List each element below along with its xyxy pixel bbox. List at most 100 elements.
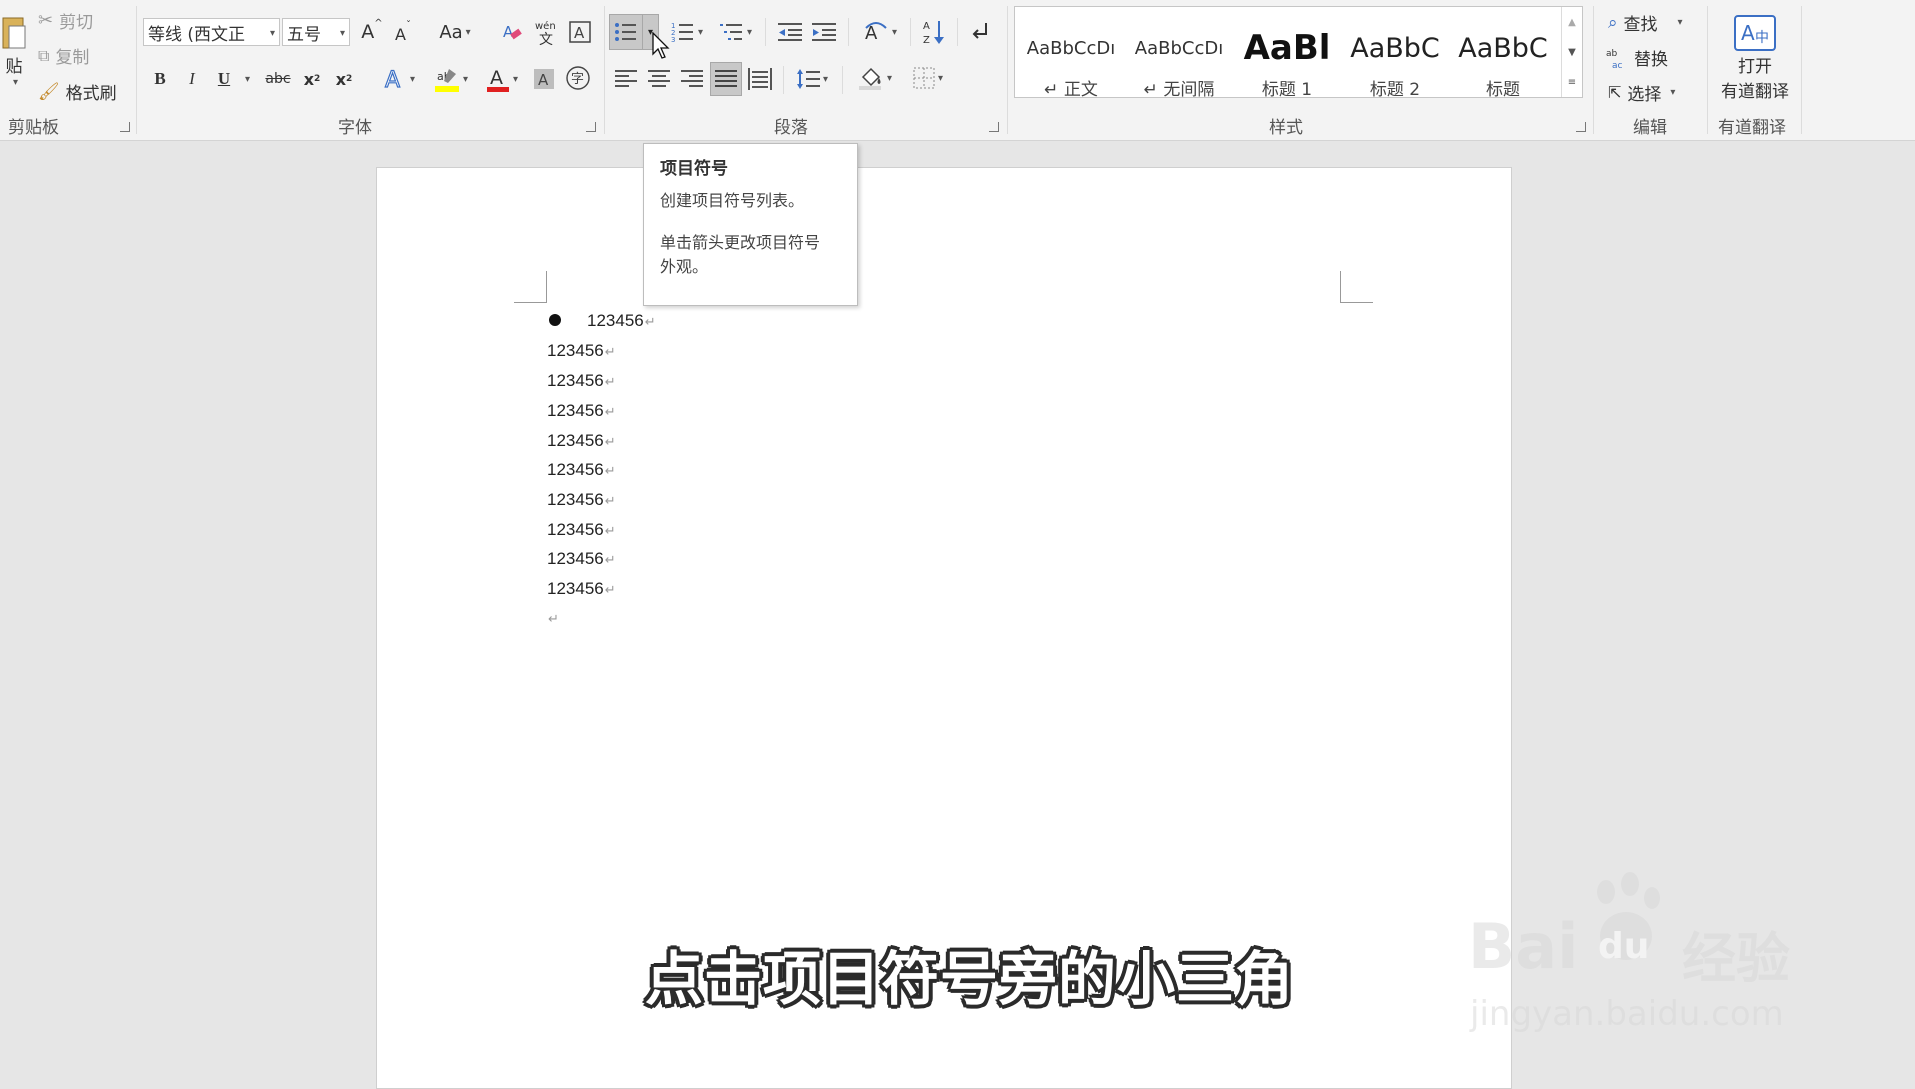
gallery-scroll-down[interactable]: ▼ — [1562, 37, 1582, 67]
enclose-characters-button[interactable]: 字 — [564, 64, 592, 92]
chevron-down-icon: ▾ — [891, 26, 898, 38]
gallery-expand[interactable]: ≡ — [1562, 67, 1582, 97]
numbering-button[interactable]: 1 2 3 ▾ — [664, 16, 710, 48]
copy-button[interactable]: ⧉ 复制 — [38, 43, 89, 69]
find-button[interactable]: ⌕ 查找 ▾ — [1608, 10, 1683, 36]
show-hide-marks-button[interactable] — [966, 16, 994, 48]
text-effects-button[interactable]: A ▾ — [376, 64, 422, 94]
document-line[interactable]: 123456↵ — [587, 311, 656, 331]
style-heading-1[interactable]: AaBl 标题 1 — [1233, 29, 1341, 100]
gallery-scroll-up[interactable]: ▲ — [1562, 7, 1582, 37]
clear-formatting-button[interactable]: A — [498, 18, 526, 46]
shrink-font-button[interactable]: Aˇ — [390, 20, 416, 48]
style-normal[interactable]: AaBbCcDı ↵ 正文 — [1017, 29, 1125, 101]
caret-up-icon: ^ — [374, 18, 383, 29]
styles-gallery: AaBbCcDı ↵ 正文 AaBbCcDı ↵ 无间隔 AaBl 标题 1 A… — [1014, 6, 1583, 101]
line-spacing-button[interactable]: ▾ — [790, 64, 834, 94]
document-line[interactable]: 123456↵ — [547, 341, 616, 361]
styles-dialog-launcher[interactable] — [1576, 122, 1586, 132]
distributed-icon — [748, 68, 772, 90]
bullet-list-icon — [615, 23, 636, 41]
style-title[interactable]: AaBbC 标题 — [1449, 29, 1557, 101]
distributed-button[interactable] — [746, 64, 774, 94]
sort-icon: AZ — [923, 21, 944, 46]
borders-button[interactable]: ▾ — [905, 62, 951, 94]
style-no-spacing[interactable]: AaBbCcDı ↵ 无间隔 — [1125, 29, 1233, 101]
format-painter-button[interactable]: 🖌 格式刷 — [38, 79, 117, 105]
character-shading-button[interactable]: A — [531, 66, 557, 92]
paste-dropdown-arrow[interactable]: ▾ — [13, 77, 18, 88]
italic-button[interactable]: I — [180, 66, 204, 92]
open-youdao-label-line1: 打开 — [1738, 57, 1772, 77]
font-name-combo[interactable]: 等线 (西文正​ ▾ — [143, 18, 280, 46]
line-text: 123456 — [547, 401, 604, 420]
document-line[interactable]: 123456↵ — [547, 371, 616, 391]
clipboard-dialog-launcher[interactable] — [120, 122, 130, 132]
highlight-color-button[interactable]: ab ▾ — [428, 64, 474, 94]
strikethrough-button[interactable]: abc — [262, 66, 294, 92]
grow-font-button[interactable]: A ^ — [358, 18, 386, 46]
decrease-indent-button[interactable] — [776, 18, 804, 46]
document-line[interactable]: 123456↵ — [547, 401, 616, 421]
character-shading-icon: A — [534, 69, 554, 89]
chinese-layout-button[interactable]: A ▾ — [858, 16, 902, 48]
tooltip-hint-line2: 外观。 — [660, 257, 709, 276]
change-case-button[interactable]: Aa ▾ — [432, 18, 478, 46]
chevron-down-icon: ▾ — [937, 72, 944, 84]
character-border-icon: A — [569, 21, 591, 43]
character-border-button[interactable]: A — [566, 18, 594, 46]
paintbrush-icon: 🖌 — [38, 81, 60, 102]
paragraph-mark: ↵ — [604, 523, 616, 538]
document-line[interactable]: 123456↵ — [547, 460, 616, 480]
bold-button[interactable]: B — [148, 66, 172, 92]
style-heading-2[interactable]: AaBbC 标题 2 — [1341, 29, 1449, 101]
svg-text:字: 字 — [571, 72, 584, 87]
font-size-combo[interactable]: 五号 ▾ — [282, 18, 350, 46]
document-line[interactable]: 123456↵ — [547, 520, 616, 540]
increase-indent-button[interactable] — [810, 18, 838, 46]
paste-button[interactable]: 贴 ▾ — [0, 6, 28, 96]
find-label: 查找 — [1623, 15, 1658, 35]
font-color-button[interactable]: A ▾ — [480, 64, 524, 94]
superscript-button[interactable]: x2 — [332, 66, 356, 92]
strikethrough-label: abc — [265, 71, 291, 87]
align-right-button[interactable] — [678, 64, 706, 94]
font-dialog-launcher[interactable] — [586, 122, 596, 132]
chinese-layout-icon: A — [865, 22, 887, 44]
style-name: 标题 2 — [1369, 80, 1421, 100]
bullets-button[interactable] — [609, 14, 643, 50]
document-line[interactable]: 123456↵ — [547, 579, 616, 599]
multilevel-list-button[interactable]: ▾ — [714, 16, 758, 48]
justify-button[interactable] — [710, 62, 742, 96]
select-button[interactable]: ⇱ 选择 ▾ — [1608, 80, 1675, 105]
document-line[interactable]: 123456↵ — [547, 549, 616, 569]
replace-button[interactable]: ab ac 替换 — [1606, 45, 1668, 71]
document-line[interactable]: 123456↵ — [547, 490, 616, 510]
line-text: 123456 — [547, 579, 604, 598]
svg-text:A: A — [574, 24, 585, 42]
toolbar-divider — [783, 66, 784, 94]
paragraph-dialog-launcher[interactable] — [989, 122, 999, 132]
align-left-icon — [615, 70, 637, 87]
baidu-jingyan-watermark: Bai du 经验 jingyan.baidu.com — [1468, 870, 1818, 1040]
sort-button[interactable]: AZ — [920, 16, 950, 48]
open-youdao-translate-button[interactable]: A中 打开 有道翻译 — [1714, 10, 1796, 106]
subscript-button[interactable]: x2 — [300, 66, 324, 92]
bullets-tooltip: 项目符号 创建项目符号列表。 单击箭头更改项目符号 外观。 — [643, 143, 858, 306]
underline-button[interactable]: U — [212, 66, 236, 92]
underline-dropdown[interactable]: ▾ — [240, 66, 252, 92]
replace-icon: ab ac — [1606, 49, 1623, 69]
document-line[interactable]: 123456↵ — [547, 431, 616, 451]
svg-text:A: A — [923, 21, 930, 32]
phonetic-guide-button[interactable]: wén 文 — [532, 16, 562, 48]
watermark-logo-du: du — [1598, 926, 1650, 967]
clipboard-group-label: 剪贴板 — [8, 118, 59, 138]
cut-button[interactable]: ✂ 剪切 — [38, 8, 93, 33]
empty-paragraph[interactable]: ↵ — [547, 608, 559, 628]
shading-button[interactable]: ▾ — [852, 62, 898, 94]
toolbar-divider — [765, 18, 766, 46]
align-center-button[interactable] — [645, 64, 673, 94]
font-size-value: 五号 — [287, 24, 321, 45]
align-left-button[interactable] — [612, 64, 640, 94]
margin-corner-top-left — [514, 271, 547, 303]
